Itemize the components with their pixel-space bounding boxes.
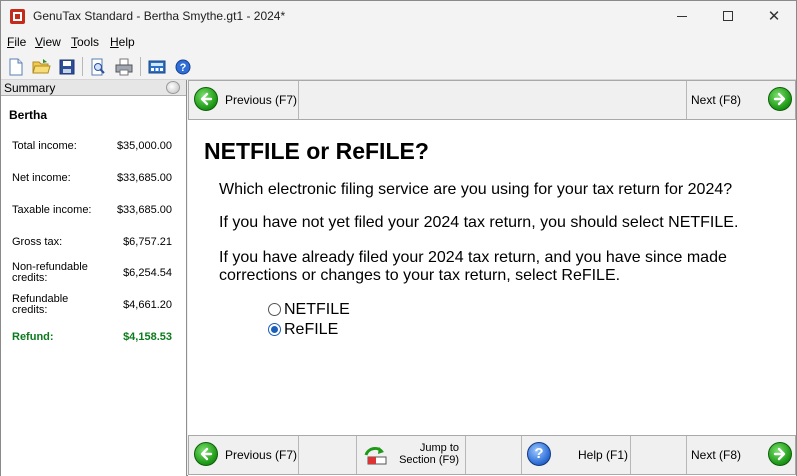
menu-view[interactable]: View (35, 35, 61, 49)
summary-value: $6,254.54 (123, 267, 172, 279)
minimize-icon (677, 16, 687, 17)
next-label: Next (F8) (691, 93, 742, 107)
summary-label: Non-refundable credits: (12, 261, 88, 284)
summary-header: Summary (1, 80, 186, 96)
question-text: Which electronic filing service are you … (219, 181, 733, 198)
arrow-left-icon (194, 87, 218, 111)
help-icon[interactable]: ? (173, 57, 193, 77)
toolbar-separator (140, 57, 141, 76)
netfile-instruction: If you have not yet filed your 2024 tax … (219, 214, 739, 231)
summary-value: $4,661.20 (123, 299, 172, 311)
summary-label: Total income: (12, 140, 77, 152)
print-icon[interactable] (114, 57, 134, 77)
open-folder-icon[interactable] (31, 57, 51, 77)
save-icon[interactable] (57, 57, 77, 77)
close-icon: ✕ (767, 7, 781, 25)
summary-value: $33,685.00 (116, 172, 172, 184)
help-question-icon: ? (527, 442, 551, 466)
previous-button[interactable]: Previous (F7) (189, 81, 299, 119)
toolbar-separator (82, 57, 83, 76)
summary-label: Refundable credits: (12, 293, 69, 316)
summary-value: $6,757.21 (123, 236, 172, 248)
help-label: Help (F1) (578, 448, 629, 462)
summary-panel: Summary Bertha Total income: $35,000.00 … (1, 80, 187, 476)
jump-label: Jump to Section (F9) (399, 442, 459, 466)
next-label: Next (F8) (691, 448, 742, 462)
netfile-radio[interactable] (268, 303, 281, 316)
refile-radio[interactable] (268, 323, 281, 336)
toolbar: ? (1, 53, 796, 80)
summary-label: Taxable income: (12, 204, 92, 216)
window-title: GenuTax Standard - Bertha Smythe.gt1 - 2… (33, 9, 286, 23)
page-title: NETFILE or ReFILE? (204, 138, 429, 164)
summary-header-label: Summary (4, 81, 56, 95)
summary-label: Gross tax: (12, 236, 63, 248)
summary-value: $33,685.00 (116, 204, 172, 216)
bottom-navigation-bar: Previous (F7) Jump to Section (F9) ? Help… (188, 435, 796, 475)
arrow-left-icon (194, 442, 218, 466)
calculator-icon[interactable] (147, 57, 167, 77)
menu-tools[interactable]: Tools (71, 35, 99, 49)
new-file-icon[interactable] (6, 57, 26, 77)
arrow-right-icon (768, 87, 792, 111)
summary-label: Net income: (12, 172, 71, 184)
next-button[interactable]: Next (F8) (686, 81, 795, 119)
jump-to-section-button[interactable]: Jump to Section (F9) (356, 436, 466, 474)
menu-help[interactable]: Help (110, 35, 135, 49)
menu-bar: File View Tools Help (1, 32, 796, 53)
maximize-icon (723, 11, 733, 21)
summary-label: Refund: (12, 331, 54, 343)
help-button[interactable]: ? Help (F1) (521, 436, 631, 474)
main-content: Previous (F7) Next (F8) NETFILE or ReFIL… (188, 80, 796, 476)
refile-label[interactable]: ReFILE (284, 321, 338, 339)
close-button[interactable]: ✕ (751, 1, 797, 32)
maximize-button[interactable] (705, 1, 751, 32)
summary-value: $35,000.00 (116, 140, 172, 152)
app-logo-icon (10, 9, 25, 24)
minimize-button[interactable] (659, 1, 705, 32)
jump-section-icon (362, 443, 388, 467)
top-navigation-bar: Previous (F7) Next (F8) (188, 80, 796, 120)
print-preview-icon[interactable] (88, 57, 108, 77)
title-bar[interactable]: GenuTax Standard - Bertha Smythe.gt1 - 2… (1, 1, 796, 32)
menu-file[interactable]: File (7, 35, 26, 49)
svg-text:?: ? (180, 62, 187, 74)
previous-button-bottom[interactable]: Previous (F7) (189, 436, 299, 474)
arrow-right-icon (768, 442, 792, 466)
previous-label: Previous (F7) (225, 93, 298, 107)
summary-value: $4,158.53 (123, 331, 172, 343)
pin-icon[interactable] (166, 81, 180, 94)
next-button-bottom[interactable]: Next (F8) (686, 436, 795, 474)
refile-instruction: If you have already filed your 2024 tax … (219, 249, 727, 284)
netfile-label[interactable]: NETFILE (284, 301, 350, 319)
taxpayer-name: Bertha (9, 108, 48, 122)
app-window: GenuTax Standard - Bertha Smythe.gt1 - 2… (0, 0, 797, 476)
previous-label: Previous (F7) (225, 448, 298, 462)
